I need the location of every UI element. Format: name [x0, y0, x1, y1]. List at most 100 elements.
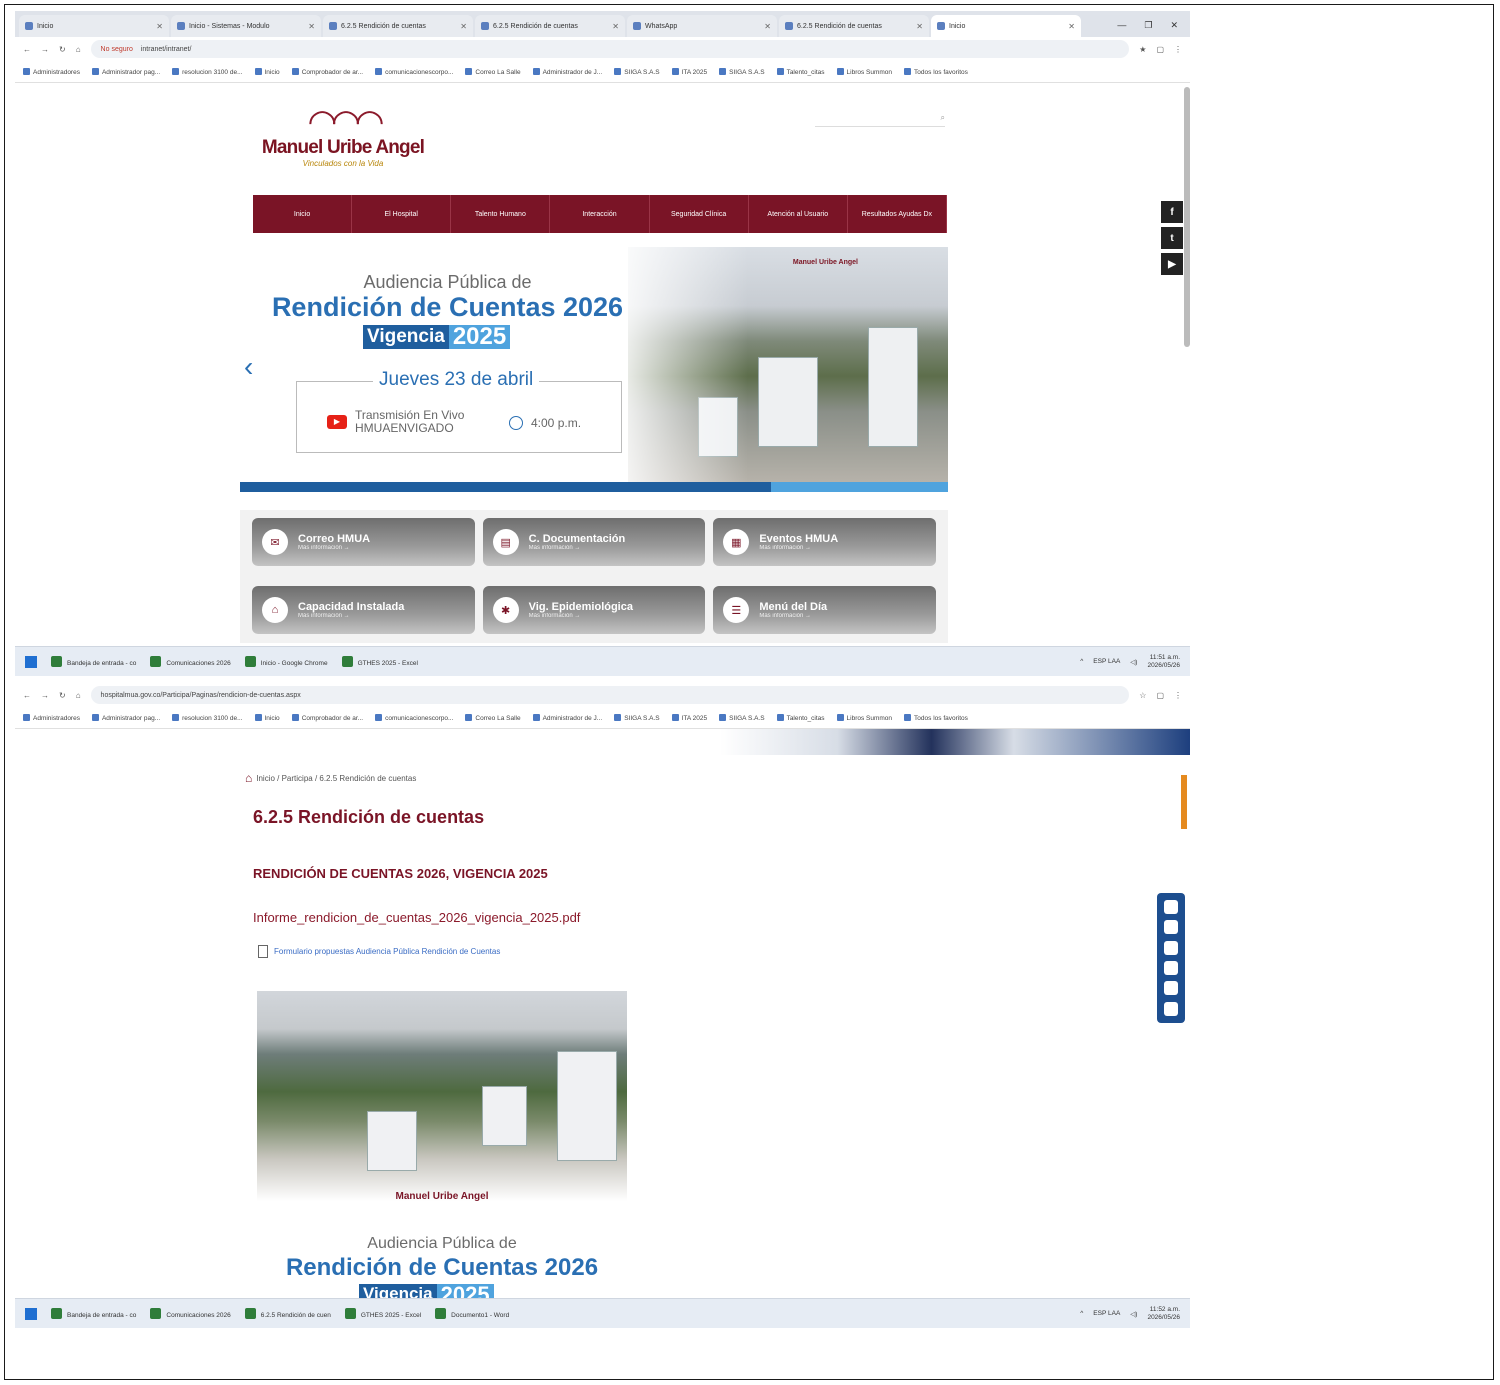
youtube-icon[interactable]: ▶ — [1161, 253, 1183, 275]
close-window-icon[interactable]: ✕ — [1170, 20, 1178, 31]
address-input[interactable]: hospitalmua.gov.co/Participa/Paginas/ren… — [90, 686, 1130, 704]
taskbar-app[interactable]: 6.2.5 Rendición de cuen — [245, 1308, 331, 1319]
nav-item-inicio[interactable]: Inicio — [253, 195, 353, 233]
maximize-icon[interactable]: ❐ — [1144, 20, 1152, 31]
bookmark-item[interactable]: Libros Summon — [837, 68, 893, 76]
zoom-in-icon[interactable] — [1164, 900, 1178, 915]
taskbar-app[interactable]: Comunicaciones 2026 — [150, 656, 230, 667]
taskbar-app[interactable]: Bandeja de entrada - co — [51, 656, 136, 667]
breadcrumb-text[interactable]: Inicio / Participa / 6.2.5 Rendición de … — [256, 774, 416, 783]
extensions-icon[interactable]: ▢ — [1156, 45, 1164, 54]
language-indicator[interactable]: ESP LAA — [1093, 658, 1120, 665]
menu-icon[interactable]: ⋮ — [1174, 691, 1182, 700]
carousel-prev-icon[interactable]: ‹ — [244, 351, 253, 383]
quick-link-documentacion[interactable]: ▤ C. Documentación Más información → — [482, 518, 706, 566]
bookmark-item[interactable]: SIIGA S.A.S — [719, 68, 764, 76]
bookmark-item[interactable]: Administrador pag... — [92, 68, 160, 76]
bookmark-item[interactable]: Correo La Salle — [465, 68, 520, 76]
taskbar-clock[interactable]: 11:52 a.m. 2026/05/26 — [1147, 1306, 1180, 1322]
volume-icon[interactable]: ◁) — [1130, 658, 1137, 666]
tray-chevron-icon[interactable]: ^ — [1080, 1310, 1083, 1317]
taskbar-app[interactable]: GTHES 2025 - Excel — [342, 656, 418, 667]
close-icon[interactable]: ✕ — [612, 22, 619, 31]
bookmark-item[interactable]: Libros Summon — [837, 714, 893, 722]
quick-link-capacidad[interactable]: ⌂ Capacidad Instalada Más información → — [252, 586, 475, 634]
browser-tab[interactable]: WhatsApp ✕ — [627, 15, 777, 37]
bookmark-item[interactable]: resolucion 3100 de... — [172, 68, 242, 76]
insecure-badge[interactable]: No seguro — [101, 46, 133, 53]
windows-start-icon[interactable] — [25, 655, 37, 668]
tray-chevron-icon[interactable]: ^ — [1080, 658, 1083, 665]
zoom-out-icon[interactable] — [1164, 920, 1178, 935]
reset-icon[interactable] — [1164, 940, 1178, 955]
browser-tab-active[interactable]: Inicio ✕ — [931, 15, 1081, 37]
nav-item-seguridad[interactable]: Seguridad Clínica — [650, 195, 749, 233]
hero-banner[interactable]: Manuel Uribe Angel Audiencia Pública de … — [240, 247, 948, 492]
extensions-icon[interactable]: ▢ — [1156, 691, 1164, 700]
browser-tab[interactable]: 6.2.5 Rendición de cuentas ✕ — [323, 15, 473, 37]
back-icon[interactable]: ← — [23, 691, 31, 700]
facebook-icon[interactable]: f — [1161, 201, 1183, 223]
close-icon[interactable]: ✕ — [308, 22, 315, 31]
bookmark-item[interactable]: Talento_citas — [777, 714, 825, 722]
bookmark-item[interactable]: SIIGA S.A.S — [719, 714, 764, 722]
scrollbar[interactable] — [1184, 87, 1190, 347]
bookmark-item[interactable]: Comprobador de ar... — [292, 714, 363, 722]
contrast-icon[interactable] — [1164, 961, 1178, 976]
bookmark-item[interactable]: Inicio — [255, 714, 280, 722]
quick-link-menu[interactable]: ☰ Menú del Día Más información → — [713, 586, 936, 634]
home-icon[interactable]: ⌂ — [76, 691, 81, 700]
close-icon[interactable]: ✕ — [156, 22, 163, 31]
twitter-icon[interactable]: t — [1161, 227, 1183, 249]
nav-item-interaccion[interactable]: Interacción — [550, 195, 650, 233]
bookmark-item[interactable]: Administradores — [23, 68, 80, 76]
sign-language-icon[interactable] — [1164, 981, 1178, 996]
bookmark-item[interactable]: Administrador pag... — [92, 714, 160, 722]
bookmark-item[interactable]: Administrador de J... — [533, 714, 603, 722]
taskbar-app[interactable]: Bandeja de entrada - co — [51, 1308, 136, 1319]
windows-start-icon[interactable] — [25, 1307, 37, 1320]
reload-icon[interactable]: ↻ — [59, 45, 66, 54]
minimize-icon[interactable]: — — [1117, 20, 1126, 31]
back-icon[interactable]: ← — [23, 45, 31, 54]
pdf-report-link[interactable]: Informe_rendicion_de_cuentas_2026_vigenc… — [253, 910, 580, 925]
home-breadcrumb-icon[interactable]: ⌂ — [245, 771, 252, 785]
browser-tab[interactable]: Inicio - Sistemas - Modulo ✕ — [171, 15, 321, 37]
bookmark-item[interactable]: Todos los favoritos — [904, 714, 968, 722]
bookmark-item[interactable]: Administrador de J... — [533, 68, 603, 76]
forward-icon[interactable]: → — [41, 691, 49, 700]
bookmark-item[interactable]: Administradores — [23, 714, 80, 722]
bookmark-item[interactable]: ITA 2025 — [672, 68, 708, 76]
browser-tab[interactable]: 6.2.5 Rendición de cuentas ✕ — [779, 15, 929, 37]
bookmark-item[interactable]: ITA 2025 — [672, 714, 708, 722]
menu-icon[interactable]: ⋮ — [1174, 45, 1182, 54]
bookmark-star-icon[interactable]: ☆ — [1139, 691, 1146, 700]
home-icon[interactable]: ⌂ — [76, 45, 81, 54]
reload-icon[interactable]: ↻ — [59, 691, 66, 700]
bookmark-item[interactable]: resolucion 3100 de... — [172, 714, 242, 722]
form-proposals-link[interactable]: Formulario propuestas Audiencia Pública … — [258, 945, 500, 958]
hospital-logo[interactable]: ◠◠◠ Manuel Uribe Angel Vinculados con la… — [253, 105, 433, 168]
nav-item-talento[interactable]: Talento Humano — [451, 195, 551, 233]
nav-item-atencion[interactable]: Atención al Usuario — [749, 195, 848, 233]
close-icon[interactable]: ✕ — [1068, 22, 1075, 31]
taskbar-app[interactable]: Comunicaciones 2026 — [150, 1308, 230, 1319]
taskbar-app[interactable]: GTHES 2025 - Excel — [345, 1308, 421, 1319]
bookmark-item[interactable]: Talento_citas — [777, 68, 825, 76]
close-icon[interactable]: ✕ — [916, 22, 923, 31]
bookmark-item[interactable]: Correo La Salle — [465, 714, 520, 722]
taskbar-app[interactable]: Inicio - Google Chrome — [245, 656, 328, 667]
language-indicator[interactable]: ESP LAA — [1093, 1310, 1120, 1317]
quick-link-eventos[interactable]: ▦ Eventos HMUA Más información → — [713, 518, 936, 566]
bookmark-item[interactable]: comunicacionescorpo... — [375, 714, 453, 722]
nav-item-hospital[interactable]: El Hospital — [352, 195, 452, 233]
address-input[interactable]: No seguro intranet/intranet/ — [90, 40, 1130, 58]
taskbar-clock[interactable]: 11:51 a.m. 2026/05/26 — [1147, 654, 1180, 670]
accessibility-icon[interactable] — [1164, 1001, 1178, 1016]
browser-tab[interactable]: Inicio ✕ — [19, 15, 169, 37]
bookmark-star-icon[interactable]: ★ — [1139, 45, 1146, 54]
bookmark-item[interactable]: Comprobador de ar... — [292, 68, 363, 76]
taskbar-app[interactable]: Documento1 - Word — [435, 1308, 509, 1319]
quick-link-epidemiologica[interactable]: ✱ Vig. Epidemiológica Más información → — [482, 586, 706, 634]
bookmark-item[interactable]: SIIGA S.A.S — [614, 68, 659, 76]
